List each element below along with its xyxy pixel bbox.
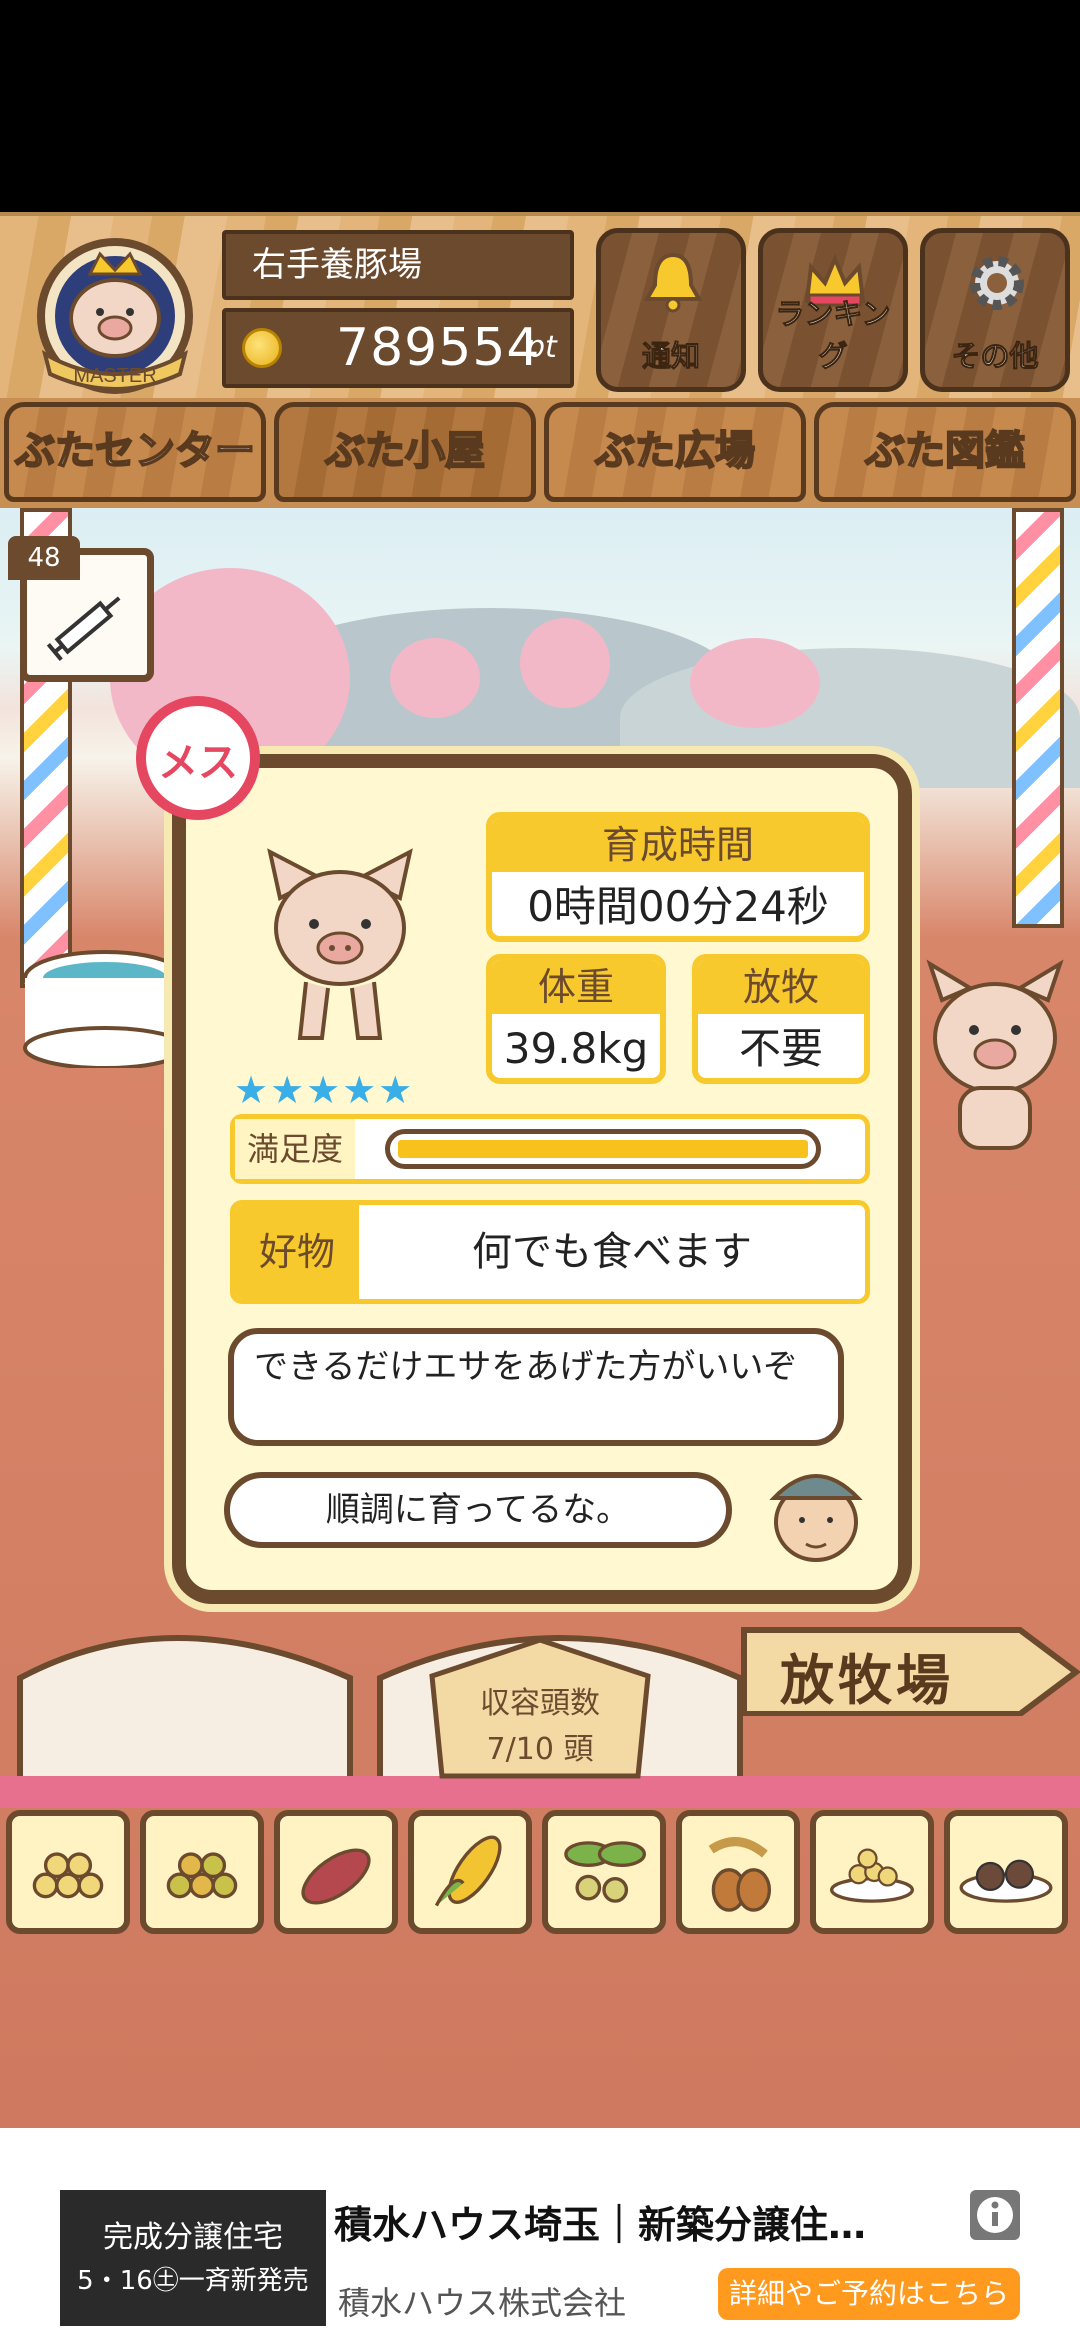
cherry-tree: [690, 638, 820, 728]
food-slot[interactable]: [810, 1810, 934, 1934]
capacity-sign: 収容頭数 7/10 頭: [428, 1636, 652, 1780]
satisfaction-row: 満足度: [230, 1114, 870, 1184]
sweet-potato-icon: [301, 1848, 371, 1905]
other-button[interactable]: その他: [920, 228, 1070, 392]
tab-buta-center[interactable]: ぶたセンター: [4, 402, 266, 502]
food-slot[interactable]: [542, 1810, 666, 1934]
points-value: 789554: [336, 318, 541, 378]
info-icon[interactable]: [970, 2190, 1020, 2240]
weight-label: 体重: [492, 960, 660, 1014]
notification-button[interactable]: 通知: [596, 228, 746, 392]
wandering-pig-icon: [926, 959, 1064, 1150]
points-display: 789554 pt: [222, 308, 574, 388]
food-slot[interactable]: [274, 1810, 398, 1934]
grazing-label: 放牧: [698, 960, 864, 1014]
favorite-food-label: 好物: [235, 1205, 359, 1299]
gender-label: メス: [158, 740, 238, 786]
ad-cta-button[interactable]: 詳細やご予約はこちら: [718, 2268, 1020, 2320]
growth-time-label: 育成時間: [492, 818, 864, 872]
ad-title[interactable]: 積水ハウス埼玉｜新築分譲住…: [334, 2194, 866, 2249]
ad-thumbnail-line1: 完成分譲住宅: [103, 2220, 283, 2255]
meatball-plate-icon: [959, 1859, 1053, 1903]
growth-time-value: 0時間00分24秒: [527, 882, 829, 931]
satisfaction-bar: [385, 1129, 821, 1169]
pig-portrait-icon: [267, 848, 413, 1040]
grazing-box: 放牧 不要: [692, 954, 870, 1084]
soybean-pile-icon: [32, 1852, 104, 1899]
water-trough-icon: [23, 950, 187, 1068]
gear-icon: [970, 256, 1024, 310]
ad-thumbnail-line2: 5・16㊏一斉新発売: [77, 2266, 309, 2296]
tab-buta-zukan[interactable]: ぶた図鑑: [814, 402, 1076, 502]
farm-name: 右手養豚場: [222, 230, 574, 300]
tab-buta-koya[interactable]: ぶた小屋: [274, 402, 536, 502]
tab-buta-hiroba[interactable]: ぶた広場: [544, 402, 806, 502]
growth-time-box: 育成時間 0時間00分24秒: [486, 812, 870, 942]
notification-label: 通知: [641, 339, 700, 374]
food-slot[interactable]: [140, 1810, 264, 1934]
female-gender-badge: メス: [136, 696, 260, 820]
mixed-beans-icon: [166, 1852, 238, 1899]
satisfaction-bar-fill: [398, 1140, 808, 1158]
grain-bowl-icon: [830, 1848, 914, 1903]
cherry-tree: [520, 618, 610, 708]
capacity-label: 収容頭数: [480, 1686, 600, 1721]
pig-house-scene: 48 ★★★★★ 育成時間 0時間00分24秒 体重 39.8kg 放牧 不要 …: [0, 508, 1080, 2128]
master-badge-icon[interactable]: MASTER: [20, 224, 210, 394]
satisfaction-label: 満足度: [235, 1119, 355, 1179]
favorite-food-row: 好物 何でも食べます: [230, 1200, 870, 1304]
weight-box: 体重 39.8kg: [486, 954, 666, 1084]
points-unit: pt: [526, 330, 557, 365]
acorn-icon: [708, 1837, 772, 1912]
corn-icon: [434, 1835, 502, 1907]
barber-pole: [1012, 508, 1064, 928]
rating-stars: ★★★★★: [234, 1068, 415, 1112]
pig-info-panel: ★★★★★ 育成時間 0時間00分24秒 体重 39.8kg 放牧 不要 満足度…: [172, 754, 912, 1604]
comment-bubble: 順調に育ってるな。: [224, 1472, 732, 1548]
pasture-sign-button[interactable]: 放牧場: [740, 1626, 1080, 1716]
syringe-icon: [46, 596, 121, 661]
farmer-avatar-icon: [769, 1474, 863, 1562]
main-tabs: ぶたセンター ぶた小屋 ぶた広場 ぶた図鑑: [0, 398, 1080, 508]
master-badge-text: MASTER: [73, 365, 156, 387]
bell-icon: [643, 252, 703, 313]
syringe-count: 48: [8, 536, 80, 580]
grazing-value: 不要: [738, 1024, 823, 1073]
leafy-beans-icon: [564, 1841, 646, 1903]
ad-banner[interactable]: 完成分譲住宅 5・16㊏一斉新発売 積水ハウス埼玉｜新築分譲住… 積水ハウス株式…: [0, 2128, 1080, 2340]
food-slot[interactable]: [6, 1810, 130, 1934]
food-slot[interactable]: [676, 1810, 800, 1934]
advice-bubble: できるだけエサをあげた方がいいぞ: [228, 1328, 844, 1446]
favorite-food-value: 何でも食べます: [472, 1229, 752, 1275]
food-slot[interactable]: [408, 1810, 532, 1934]
top-bar: MASTER 右手養豚場 789554 pt 通知 ランキング その他: [0, 212, 1080, 398]
ranking-label: ランキング: [775, 297, 891, 374]
cherry-tree: [390, 638, 480, 718]
ad-company: 積水ハウス株式会社: [338, 2284, 627, 2322]
other-label: その他: [951, 339, 1039, 374]
ad-thumbnail[interactable]: 完成分譲住宅 5・16㊏一斉新発売: [60, 2190, 326, 2326]
weight-value: 39.8kg: [503, 1024, 649, 1073]
food-selection-bar: [0, 1804, 1080, 1940]
food-slot[interactable]: [944, 1810, 1068, 1934]
coin-icon: [242, 328, 282, 368]
pasture-label: 放牧場: [780, 1649, 954, 1712]
capacity-value: 7/10 頭: [486, 1732, 594, 1767]
ranking-button[interactable]: ランキング: [758, 228, 908, 392]
